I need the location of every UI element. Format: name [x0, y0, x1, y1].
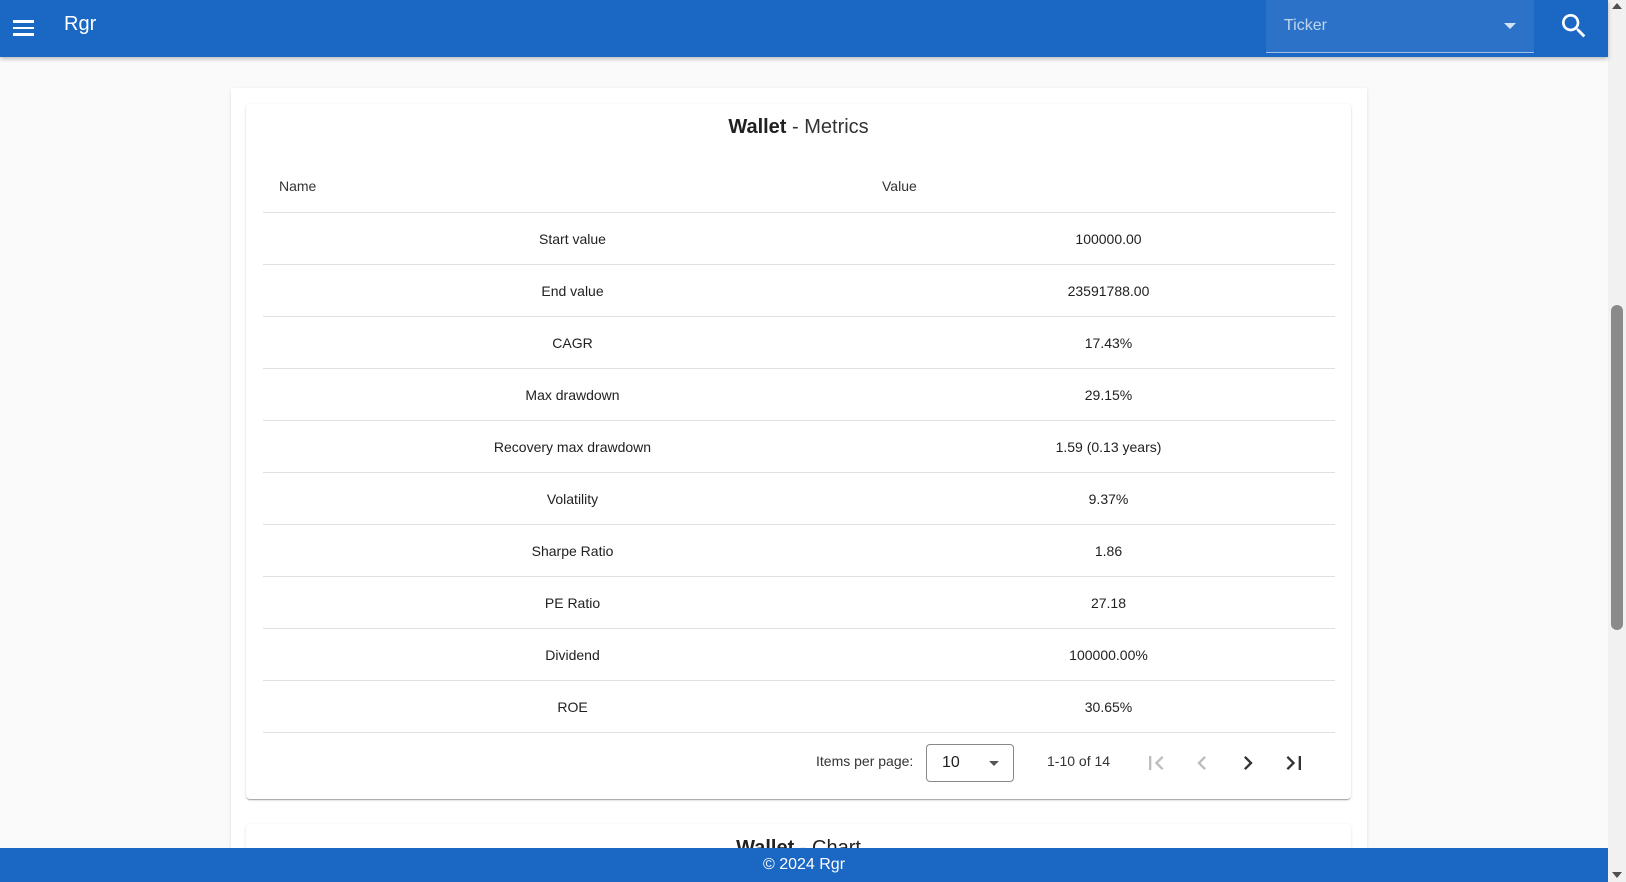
metric-name: Recovery max drawdown: [263, 420, 882, 473]
app-title: Rgr: [64, 13, 97, 35]
metric-name: Dividend: [263, 628, 882, 681]
metric-value: 100000.00: [882, 212, 1335, 265]
items-per-page-select[interactable]: 10: [926, 744, 1014, 782]
search-button[interactable]: [1558, 10, 1590, 42]
menu-icon-bar: [13, 20, 34, 23]
metric-name: ROE: [263, 680, 882, 733]
metric-value: 9.37%: [882, 472, 1335, 525]
metric-name: Volatility: [263, 472, 882, 525]
metric-name: Max drawdown: [263, 368, 882, 421]
column-header-name[interactable]: Name: [263, 160, 882, 213]
card-title-bold: Wallet: [728, 116, 787, 138]
chevron-down-icon[interactable]: [1504, 23, 1516, 29]
metric-name: CAGR: [263, 316, 882, 369]
metric-value: 27.18: [882, 576, 1335, 629]
ticker-select[interactable]: [1266, 0, 1534, 53]
menu-icon-bar: [13, 33, 34, 36]
metric-value: 23591788.00: [882, 264, 1335, 317]
table-row: CAGR 17.43%: [263, 316, 1335, 369]
metrics-card-title: Wallet - Metrics: [246, 116, 1351, 139]
menu-icon-bar: [13, 26, 34, 29]
metric-name: End value: [263, 264, 882, 317]
next-page-button[interactable]: [1234, 749, 1262, 777]
table-row: ROE 30.65%: [263, 680, 1335, 733]
metric-value: 30.65%: [882, 680, 1335, 733]
metric-name: PE Ratio: [263, 576, 882, 629]
column-header-value[interactable]: Value: [882, 160, 1335, 213]
table-row: Recovery max drawdown 1.59 (0.13 years): [263, 420, 1335, 473]
search-icon: [1562, 14, 1586, 38]
metrics-table: Name Value Start value 100000.00 End val…: [263, 160, 1335, 733]
scroll-up-arrow-icon[interactable]: [1612, 3, 1622, 9]
chevron-left-icon: [1197, 756, 1206, 770]
footer: © 2024 Rgr: [0, 848, 1608, 882]
top-toolbar: Rgr: [0, 0, 1608, 57]
vertical-scrollbar[interactable]: [1608, 0, 1626, 882]
ticker-input[interactable]: [1282, 13, 1496, 39]
table-row: Start value 100000.00: [263, 212, 1335, 265]
metric-value: 1.59 (0.13 years): [882, 420, 1335, 473]
metric-value: 1.86: [882, 524, 1335, 577]
scroll-down-arrow-icon[interactable]: [1612, 872, 1622, 878]
table-row: Sharpe Ratio 1.86: [263, 524, 1335, 577]
metric-name: Sharpe Ratio: [263, 524, 882, 577]
items-per-page-label: Items per page:: [816, 753, 914, 769]
table-row: Dividend 100000.00%: [263, 628, 1335, 681]
table-row: End value 23591788.00: [263, 264, 1335, 317]
menu-button[interactable]: [9, 13, 39, 43]
first-page-button[interactable]: [1142, 749, 1170, 777]
metrics-card: Wallet - Metrics Name Value Start value …: [246, 104, 1351, 799]
metric-value: 29.15%: [882, 368, 1335, 421]
card-title-suffix: - Metrics: [786, 116, 869, 138]
last-page-icon: [1286, 756, 1301, 770]
table-row: PE Ratio 27.18: [263, 576, 1335, 629]
first-page-icon: [1149, 756, 1164, 770]
paginator: Items per page: 10 1-10 of 14: [263, 736, 1335, 792]
table-header-row: Name Value: [263, 160, 1335, 213]
page-range-label: 1-10 of 14: [1047, 753, 1111, 769]
metric-name: Start value: [263, 212, 882, 265]
items-per-page-value: 10: [942, 754, 960, 771]
previous-page-button[interactable]: [1188, 749, 1216, 777]
scrollbar-thumb[interactable]: [1611, 305, 1623, 630]
chevron-down-icon: [989, 761, 999, 766]
table-row: Volatility 9.37%: [263, 472, 1335, 525]
chevron-right-icon: [1244, 756, 1253, 770]
last-page-button[interactable]: [1280, 749, 1308, 777]
table-row: Max drawdown 29.15%: [263, 368, 1335, 421]
metric-value: 100000.00%: [882, 628, 1335, 681]
metric-value: 17.43%: [882, 316, 1335, 369]
